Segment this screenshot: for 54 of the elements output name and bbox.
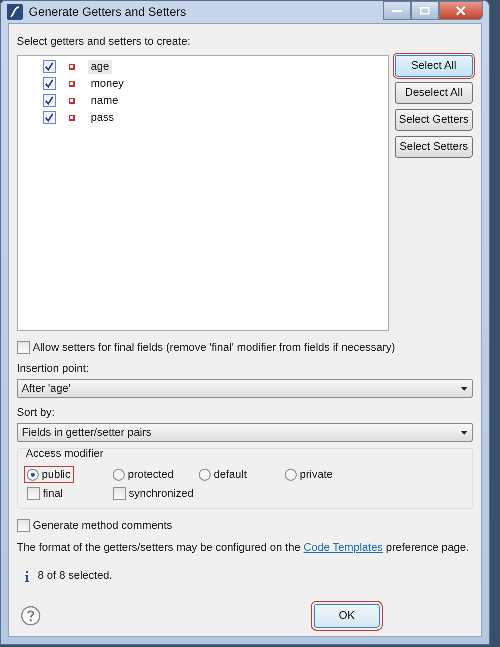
field-checkbox[interactable] [43, 111, 56, 124]
field-icon [69, 80, 75, 86]
field-label: Insertion point: [17, 363, 90, 375]
list-button[interactable]: Select Setters [395, 136, 473, 158]
field-checkbox[interactable] [43, 94, 56, 107]
radio-label: private [300, 468, 334, 480]
list-button[interactable]: Select All [395, 55, 473, 77]
field-item[interactable]: age [88, 60, 112, 74]
field-icon [69, 64, 75, 70]
maximize-icon [420, 6, 430, 14]
radio-label: default [214, 468, 248, 480]
checkbox-label: final [43, 488, 64, 500]
app-icon [7, 4, 23, 20]
info-icon [25, 570, 30, 582]
help-icon[interactable] [21, 606, 41, 626]
list-button[interactable]: Deselect All [395, 82, 473, 104]
close-button[interactable] [439, 1, 483, 20]
checkbox-label: Allow setters for final fields (remove 'final' modifier from fields if necessary) [33, 342, 396, 354]
window-title: Generate Getters and Setters [29, 5, 188, 19]
minimize-icon [392, 8, 402, 12]
checkbox[interactable] [27, 487, 40, 500]
checkbox-label: synchronized [129, 488, 194, 500]
list-button[interactable]: Select Getters [395, 109, 473, 131]
radio-button[interactable] [285, 468, 297, 480]
checkbox[interactable] [113, 487, 126, 500]
radio-label: public [42, 468, 71, 480]
field-label: Sort by: [17, 407, 56, 419]
radio-button[interactable] [199, 468, 211, 480]
field-icon [69, 114, 75, 120]
field-checkbox[interactable] [43, 60, 56, 73]
field-icon [69, 98, 75, 104]
close-icon [456, 6, 466, 16]
radio-label: protected [128, 468, 174, 480]
template-note: The format of the getters/setters may be configured on the Code Templates preference page. [17, 542, 470, 554]
caret-icon [461, 430, 468, 434]
minimize-button[interactable] [383, 1, 411, 20]
radio-button[interactable] [27, 468, 39, 480]
code-templates-link[interactable]: Code Templates [304, 542, 384, 554]
group-title: Access modifier [25, 448, 105, 460]
field-item[interactable]: name [88, 94, 122, 108]
tree-label: Select getters and setters to create: [17, 36, 192, 48]
insertion-point-dropdown[interactable]: After 'age' [17, 379, 473, 398]
field-checkbox[interactable] [43, 77, 56, 90]
checkbox[interactable] [17, 341, 30, 354]
field-item[interactable]: pass [88, 110, 118, 124]
caret-icon [461, 386, 468, 390]
status-text: 8 of 8 selected. [38, 570, 113, 582]
maximize-button[interactable] [411, 1, 439, 20]
field-item[interactable]: money [88, 76, 128, 90]
checkbox[interactable] [17, 519, 30, 532]
checkbox-label: Generate method comments [33, 520, 172, 532]
sort-by-dropdown[interactable]: Fields in getter/setter pairs [17, 423, 473, 442]
ok-button[interactable]: OK [314, 604, 380, 628]
radio-button[interactable] [113, 468, 125, 480]
